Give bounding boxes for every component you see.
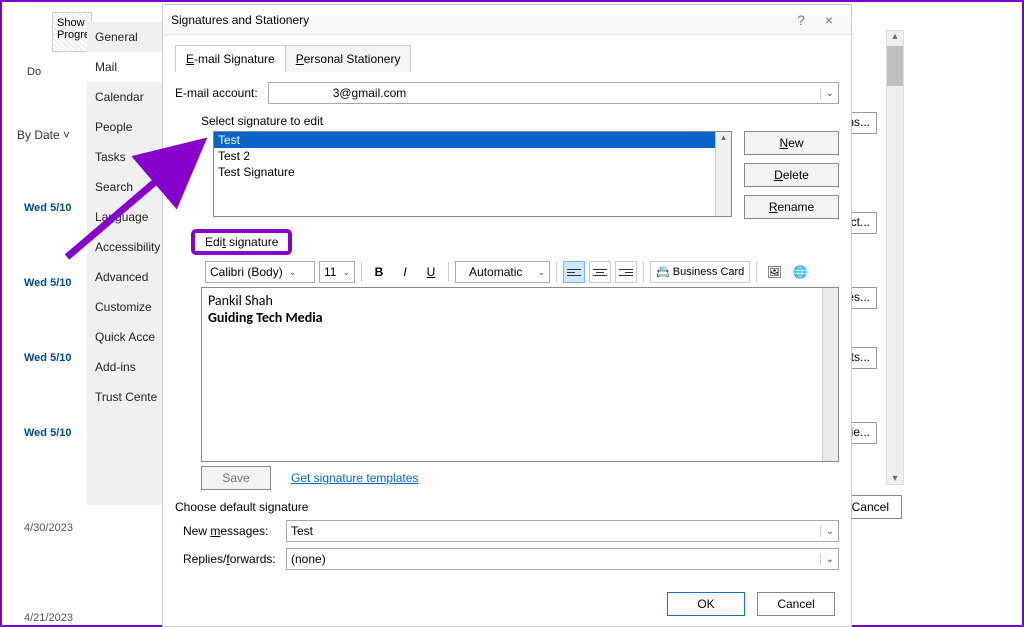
insert-link-button[interactable]: 🌐 bbox=[789, 261, 811, 283]
align-right-button[interactable] bbox=[615, 261, 637, 283]
mail-date-item[interactable]: Wed 5/10 bbox=[24, 202, 72, 214]
ok-button[interactable]: OK bbox=[667, 592, 745, 616]
editor-line-2: Guiding Tech Media bbox=[208, 309, 832, 326]
font-color-dropdown[interactable]: Automatic⌄ bbox=[455, 261, 550, 283]
signature-list[interactable]: Test Test 2 Test Signature bbox=[213, 131, 732, 217]
underline-button[interactable]: U bbox=[420, 261, 442, 283]
signature-item-3[interactable]: Test Signature bbox=[214, 164, 731, 180]
outer-scrollbar[interactable] bbox=[886, 30, 904, 485]
tab-email-signature[interactable]: E-mail Signature bbox=[175, 45, 286, 72]
mail-date-item[interactable]: Wed 5/10 bbox=[24, 352, 72, 364]
signature-editor[interactable]: Pankil Shah Guiding Tech Media bbox=[201, 287, 839, 462]
italic-button[interactable]: I bbox=[394, 261, 416, 283]
mail-date-item[interactable]: Wed 5/10 bbox=[24, 427, 72, 439]
chevron-down-icon: ⌄ bbox=[820, 88, 834, 99]
dialog-title: Signatures and Stationery bbox=[171, 13, 787, 27]
replies-forwards-label: Replies/forwards: bbox=[183, 552, 281, 566]
dialog-titlebar[interactable]: Signatures and Stationery ? × bbox=[163, 5, 851, 35]
align-center-button[interactable] bbox=[589, 261, 611, 283]
category-tasks[interactable]: Tasks bbox=[87, 142, 162, 172]
select-signature-label: Select signature to edit bbox=[201, 114, 851, 128]
help-icon[interactable]: ? bbox=[787, 12, 815, 28]
edit-signature-label: Edit signature bbox=[191, 229, 292, 255]
tab-personal-stationery[interactable]: Personal Stationery bbox=[285, 45, 412, 72]
bold-button[interactable]: B bbox=[368, 261, 390, 283]
choose-default-label: Choose default signature bbox=[175, 500, 839, 514]
ribbon-do-label: Do bbox=[27, 66, 41, 78]
save-button[interactable]: Save bbox=[201, 466, 271, 490]
ribbon-show-progress: Show Progre bbox=[57, 17, 90, 41]
email-account-label: E-mail account: bbox=[175, 86, 258, 100]
category-accessibility[interactable]: Accessibility bbox=[87, 232, 162, 262]
new-button[interactable]: New bbox=[744, 131, 839, 155]
signatures-dialog: Signatures and Stationery ? × E-mail Sig… bbox=[162, 4, 852, 627]
email-account-dropdown[interactable]: xxxxxxxxxx3@gmail.com ⌄ bbox=[268, 82, 839, 104]
business-card-button[interactable]: 📇 Business Card bbox=[650, 261, 750, 283]
font-dropdown[interactable]: Calibri (Body)⌄ bbox=[205, 261, 315, 283]
options-category-list: General Mail Calendar People Tasks Searc… bbox=[87, 22, 163, 505]
mail-date-item[interactable]: Wed 5/10 bbox=[24, 277, 72, 289]
mail-date-item[interactable]: 4/21/2023 bbox=[24, 612, 73, 624]
category-calendar[interactable]: Calendar bbox=[87, 82, 162, 112]
signature-item-1[interactable]: Test bbox=[214, 132, 731, 148]
editor-line-1: Pankil Shah bbox=[208, 292, 832, 309]
mail-date-item[interactable]: 4/30/2023 bbox=[24, 522, 73, 534]
cancel-button[interactable]: Cancel bbox=[757, 592, 835, 616]
category-advanced[interactable]: Advanced bbox=[87, 262, 162, 292]
category-add-ins[interactable]: Add-ins bbox=[87, 352, 162, 382]
editor-scrollbar[interactable] bbox=[822, 288, 838, 461]
insert-picture-button[interactable]: 🖼 bbox=[763, 261, 785, 283]
category-search[interactable]: Search bbox=[87, 172, 162, 202]
new-messages-label: New messages: bbox=[183, 524, 281, 538]
get-templates-link[interactable]: Get signature templates bbox=[291, 471, 418, 485]
delete-button[interactable]: Delete bbox=[744, 163, 839, 187]
rename-button[interactable]: Rename bbox=[744, 195, 839, 219]
signature-item-2[interactable]: Test 2 bbox=[214, 148, 731, 164]
close-icon[interactable]: × bbox=[815, 12, 843, 28]
replies-forwards-dropdown[interactable]: (none)⌄ bbox=[286, 548, 839, 570]
category-general[interactable]: General bbox=[87, 22, 162, 52]
category-trust-center[interactable]: Trust Cente bbox=[87, 382, 162, 412]
category-people[interactable]: People bbox=[87, 112, 162, 142]
align-left-button[interactable] bbox=[563, 261, 585, 283]
category-quick-access[interactable]: Quick Acce bbox=[87, 322, 162, 352]
email-account-value: 3@gmail.com bbox=[333, 86, 407, 100]
font-size-dropdown[interactable]: 11⌄ bbox=[319, 261, 355, 283]
category-language[interactable]: Language bbox=[87, 202, 162, 232]
list-scrollbar[interactable] bbox=[715, 132, 731, 216]
category-mail[interactable]: Mail bbox=[87, 52, 162, 82]
category-customize[interactable]: Customize bbox=[87, 292, 162, 322]
new-messages-dropdown[interactable]: Test⌄ bbox=[286, 520, 839, 542]
sort-by-date[interactable]: By Date bbox=[12, 125, 75, 145]
